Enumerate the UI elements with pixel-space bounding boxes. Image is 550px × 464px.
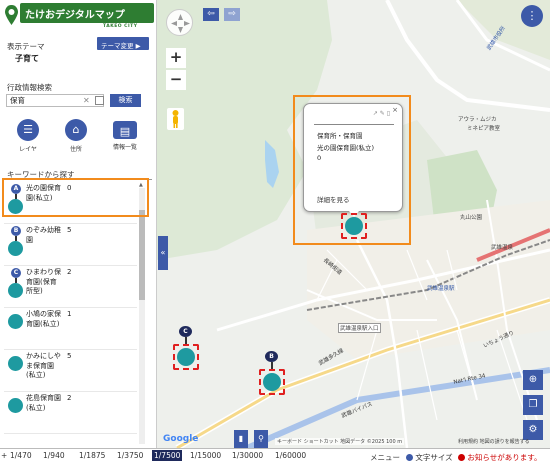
list-item[interactable]: C ひまわり保育園(保育所型) 2 (4, 266, 137, 308)
scale-option[interactable]: 1/3750 (117, 451, 143, 460)
zoom-in-button[interactable]: + (166, 48, 186, 68)
map-type-icon[interactable]: ▮ (234, 430, 248, 448)
layer-tool-label: レイヤ (19, 146, 37, 153)
list-item[interactable]: かみにしやま保育園(私立) 5 (4, 350, 137, 392)
childcare-marker-icon: C (7, 268, 25, 304)
result-list: A 光の園保育園(私立) 0 B のぞみ幼稚園 5 C ひまわり保育園(保育所型… (4, 182, 137, 444)
scale-option[interactable]: 1/940 (43, 451, 65, 460)
list-item-count: 2 (67, 394, 72, 402)
scale-option[interactable]: 1/15000 (190, 451, 221, 460)
scale-option[interactable]: 1/30000 (232, 451, 263, 460)
childcare-marker-icon: B (7, 226, 25, 262)
popup-detail-link[interactable]: 詳細を見る (317, 194, 350, 204)
app-subtitle: TAKEO CITY (103, 24, 138, 29)
scale-option[interactable]: 1/470 (10, 451, 32, 460)
list-item-count: 2 (67, 268, 72, 276)
scale-option[interactable]: 1/1875 (79, 451, 105, 460)
compass-icon[interactable] (166, 9, 193, 36)
list-item-name: ひまわり保育園(保育所型) (26, 268, 61, 295)
clear-icon[interactable]: ✕ (83, 96, 90, 105)
address-tool-label: 住所 (69, 146, 82, 153)
font-size-label: 文字サイズ (415, 453, 453, 462)
map-label: 武雄温泉駅 (427, 286, 455, 292)
map-attribution: キーボード ショートカット 地図データ ©2025 100 m (275, 438, 405, 445)
scale-plus-icon[interactable]: + (1, 451, 7, 460)
map-label: 武雄温泉 (491, 245, 514, 251)
popup-name: 光の園保育園(私立) (317, 144, 375, 152)
menu-link[interactable]: メニュー (370, 452, 400, 463)
notice-label: お知らせがあります。 (467, 453, 542, 462)
street-view-pegman-icon[interactable] (167, 108, 184, 130)
map-label: アウラ・ムジカ (458, 117, 497, 123)
table-icon: ▤ (113, 121, 137, 139)
map-marker-selected[interactable] (341, 213, 367, 239)
list-item-count: 5 (67, 226, 72, 234)
calendar-icon[interactable] (95, 96, 104, 105)
current-location-icon[interactable]: ⊕ (523, 370, 543, 390)
layer-tool[interactable]: ☰ レイヤ (13, 119, 43, 153)
info-list-tool[interactable]: ▤ 情報一覧 (110, 119, 140, 151)
marker-stem (271, 362, 273, 369)
map-marker-badge: B (265, 351, 278, 362)
popup-divider (314, 124, 394, 125)
theme-value: 子育て (15, 54, 39, 63)
list-item[interactable]: 花島保育園(私立) 2 (4, 392, 137, 434)
menu-icon[interactable]: ⋮ (521, 5, 543, 27)
home-icon: ⌂ (65, 119, 87, 141)
map-pin-icon[interactable]: ⚲ (254, 430, 268, 448)
list-item-count: 1 (67, 310, 72, 318)
scale-option-active[interactable]: 1/7500 (152, 450, 183, 461)
google-logo: Google (163, 434, 199, 444)
bottom-bar: + 1/470 1/940 1/1875 1/3750 1/7500 1/150… (0, 448, 550, 464)
logo-mark-icon (5, 5, 18, 25)
marker-stem (185, 337, 187, 344)
address-tool[interactable]: ⌂ 住所 (61, 119, 91, 153)
font-size-icon (406, 454, 413, 461)
map-terms[interactable]: 利用規約 地図の誤りを報告する (458, 438, 530, 445)
scale-option[interactable]: 1/60000 (275, 451, 306, 460)
popup-category: 保育所・保育園 (317, 132, 363, 140)
notice-link[interactable]: お知らせがあります。 (458, 452, 542, 463)
theme-label: 表示テーマ (7, 42, 45, 51)
font-size-link[interactable]: 文字サイズ (406, 452, 453, 463)
close-icon[interactable]: × (392, 106, 398, 114)
info-popup: ↗ ✎ ▯ × 保育所・保育園 光の園保育園(私立) 0 詳細を見る (303, 103, 403, 212)
list-item-name: かみにしやま保育園(私立) (26, 352, 61, 379)
map-label: ミネピア教室 (467, 126, 501, 132)
app-logo[interactable]: たけおデジタルマップ TAKEO CITY (3, 3, 157, 30)
childcare-marker-icon (7, 394, 25, 430)
forward-arrow-icon[interactable]: ⇨ (224, 8, 240, 21)
popup-tools-icon[interactable]: ↗ ✎ ▯ (373, 110, 390, 117)
list-item-count: 5 (67, 352, 72, 360)
list-item-name: 小鳩の家保育園(私立) (26, 310, 61, 328)
list-item-name: のぞみ幼稚園 (26, 226, 61, 244)
childcare-marker-icon (7, 352, 25, 388)
notice-icon (458, 454, 465, 461)
back-arrow-icon[interactable]: ⇦ (203, 8, 219, 21)
scrollbar-thumb[interactable] (139, 210, 145, 300)
list-item[interactable]: B のぞみ幼稚園 5 (4, 224, 137, 266)
search-label: 行政情報検索 (7, 83, 52, 92)
list-item-name: 花島保育園(私立) (26, 394, 61, 412)
popup-count: 0 (317, 154, 322, 162)
search-button[interactable]: 検索 (110, 94, 141, 107)
map-label: 武雄温泉駅入口 (338, 323, 381, 333)
layers-icon[interactable]: ❐ (523, 395, 543, 415)
app-title: たけおデジタルマップ (20, 3, 154, 23)
sidebar-collapse-button[interactable]: « (158, 236, 168, 270)
theme-change-button[interactable]: テーマ変更 ▶ (97, 37, 149, 50)
map-label: 丸山公園 (460, 215, 483, 221)
childcare-marker-icon (7, 310, 25, 346)
settings-icon[interactable]: ⚙ (523, 420, 543, 440)
map-marker-badge: C (179, 326, 192, 337)
map-marker[interactable] (173, 344, 199, 370)
map-marker[interactable] (259, 369, 285, 395)
selected-item-highlight (2, 178, 149, 217)
list-icon: ☰ (17, 119, 39, 141)
info-list-tool-label: 情報一覧 (112, 144, 137, 151)
sidebar: たけおデジタルマップ TAKEO CITY 表示テーマ テーマ変更 ▶ 子育て … (0, 0, 157, 448)
list-item[interactable]: 小鳩の家保育園(私立) 1 (4, 308, 137, 350)
zoom-out-button[interactable]: − (166, 70, 186, 90)
